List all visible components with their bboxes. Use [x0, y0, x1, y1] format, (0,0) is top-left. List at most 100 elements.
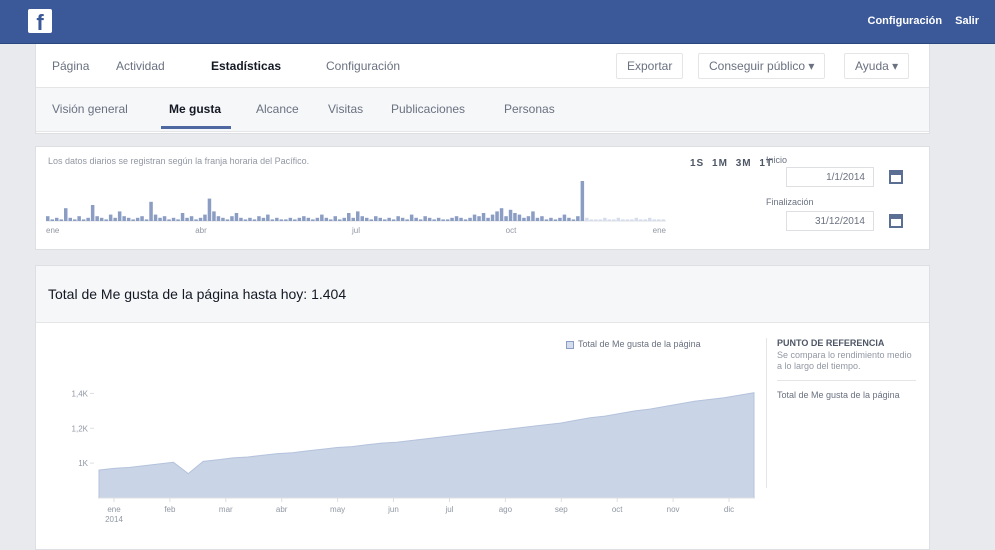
insights-tabs: Visión general Me gusta Alcance Visitas … — [36, 88, 929, 132]
timeline-bar — [90, 205, 95, 221]
calendar-icon[interactable] — [889, 170, 903, 184]
nav-insights[interactable]: Estadísticas — [211, 59, 281, 73]
timeline-bar — [589, 219, 594, 221]
tab-likes[interactable]: Me gusta — [169, 102, 221, 116]
timeline-bar — [567, 217, 571, 221]
range-1m[interactable]: 1M — [712, 158, 728, 169]
help-button[interactable]: Ayuda ▾ — [844, 53, 910, 79]
timeline-chart[interactable]: ene abr jul oct ene — [46, 177, 686, 237]
export-button[interactable]: Exportar — [616, 53, 684, 79]
timeline-bar — [234, 213, 239, 221]
nav-settings[interactable]: Configuración — [326, 59, 400, 73]
benchmark-description: Se compara lo rendimiento medio a lo lar… — [777, 350, 912, 371]
timeline-bar — [468, 217, 472, 221]
timeline-bar — [562, 214, 567, 221]
x-tick-label: 2014 — [105, 515, 123, 524]
likes-chart[interactable]: 1,4K 1,2K 1K ene2014 feb mar abr may jun jul ago se… — [54, 366, 759, 541]
timeline-bar — [329, 219, 333, 221]
timeline-bar — [99, 217, 104, 221]
timeline-bar — [643, 219, 647, 221]
get-audience-button[interactable]: Conseguir público ▾ — [698, 53, 826, 79]
timeline-bar — [248, 217, 252, 221]
end-date-field[interactable] — [786, 211, 874, 231]
start-date-field[interactable] — [786, 167, 874, 187]
timeline-bar — [144, 219, 149, 221]
timeline-bar — [657, 219, 661, 221]
timeline-bar — [167, 219, 171, 221]
timeline-bar — [409, 214, 414, 221]
timeline-bar — [549, 217, 553, 221]
settings-link[interactable]: Configuración — [868, 15, 943, 27]
timeline-bar — [171, 217, 176, 221]
timeline-axis-label: jul — [351, 226, 360, 235]
timeline-bar — [266, 214, 270, 221]
timeline-bar — [198, 217, 203, 221]
calendar-icon[interactable] — [889, 214, 903, 228]
benchmark-option[interactable]: Total de Me gusta de la página — [777, 389, 916, 401]
tab-people[interactable]: Personas — [504, 102, 555, 116]
nav-activity[interactable]: Actividad — [116, 59, 165, 73]
benchmark-title: PUNTO DE REFERENCIA — [777, 338, 885, 348]
timeline-bar — [122, 216, 126, 221]
timeline-bar — [441, 219, 445, 221]
timeline-bar — [81, 219, 86, 221]
timeline-bar — [297, 217, 302, 221]
timeline-bar — [553, 219, 558, 221]
timeline-bar — [472, 214, 477, 221]
timeline-bar — [135, 217, 140, 221]
timeline-bar — [239, 217, 243, 221]
legend-checkbox[interactable] — [566, 340, 574, 349]
facebook-logo-icon[interactable]: f — [28, 9, 52, 33]
timeline-bar — [540, 216, 544, 221]
range-3m[interactable]: 3M — [736, 158, 752, 169]
timeline-bar — [270, 219, 275, 221]
likes-panel: Total de Me gusta de la página hasta hoy… — [35, 265, 930, 550]
benchmark-sidebar: PUNTO DE REFERENCIA Se compara lo rendim… — [766, 338, 916, 488]
x-tick-label: ago — [499, 505, 513, 514]
timeline-bar — [535, 217, 540, 221]
page-header-panel: Página Actividad Estadísticas Configurac… — [35, 44, 930, 134]
timeline-bar — [405, 219, 409, 221]
timeline-bar — [149, 201, 153, 221]
x-tick-label: abr — [276, 505, 288, 514]
timeline-bar — [454, 216, 459, 221]
timeline-bar — [544, 219, 549, 221]
timeline-bar — [513, 213, 517, 221]
timeline-bar — [275, 217, 279, 221]
active-tab-indicator — [161, 126, 231, 129]
timeline-bar — [486, 217, 490, 221]
logout-link[interactable]: Salir — [955, 15, 979, 27]
nav-page[interactable]: Página — [52, 59, 89, 73]
timeline-bar — [661, 219, 665, 221]
timeline-bar — [508, 209, 513, 221]
timeline-bar — [230, 216, 234, 221]
tab-overview[interactable]: Visión general — [52, 102, 128, 116]
timeline-bar — [64, 208, 68, 221]
timeline-axis-label: oct — [506, 226, 517, 235]
range-1w[interactable]: 1S — [690, 158, 704, 169]
timeline-bar — [427, 217, 432, 221]
timeline-bar — [360, 216, 364, 221]
chart-legend[interactable]: Total de Me gusta de la página — [566, 339, 701, 349]
timeline-bar — [621, 219, 625, 221]
timeline-bar — [580, 181, 585, 221]
timeline-bar — [499, 208, 504, 221]
likes-series-area[interactable] — [98, 392, 755, 499]
timeline-bar — [445, 219, 450, 221]
timeline-bar — [387, 217, 391, 221]
y-tick-label: 1K — [78, 459, 88, 468]
timeline-bar — [391, 219, 396, 221]
timeline-bar — [252, 219, 257, 221]
top-links: Configuración Salir — [858, 15, 979, 27]
timeline-bar — [369, 219, 373, 221]
tab-reach[interactable]: Alcance — [256, 102, 299, 116]
likes-panel-header: Total de Me gusta de la página hasta hoy… — [36, 266, 929, 323]
timeline-bar — [180, 213, 185, 221]
timeline-bar — [383, 219, 387, 221]
timeline-bar — [284, 219, 288, 221]
timeline-bar — [311, 219, 315, 221]
timeline-bar — [648, 217, 652, 221]
tab-visits[interactable]: Visitas — [328, 102, 363, 116]
tab-posts[interactable]: Publicaciones — [391, 102, 465, 116]
timeline-bar — [257, 216, 261, 221]
